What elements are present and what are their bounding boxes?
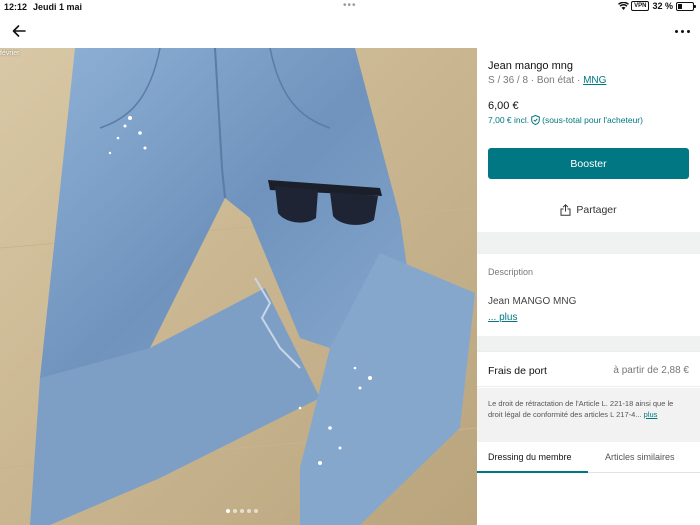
battery-percent: 32 % (652, 1, 673, 11)
legal-more-link[interactable]: plus (644, 410, 658, 419)
battery-fill (678, 3, 682, 9)
legal-notice: Le droit de rétractation de l'Article L.… (477, 388, 700, 442)
description-text: Jean MANGO MNG (488, 296, 577, 307)
item-photo[interactable]: février (0, 48, 477, 525)
photo-date-label: février (0, 50, 20, 57)
more-options-icon[interactable] (672, 24, 692, 38)
share-button[interactable]: Partager (488, 198, 689, 222)
member-tabs: Dressing du membre Articles similaires (477, 443, 700, 473)
tab-similar-items[interactable]: Articles similaires (605, 452, 675, 462)
pager-dot[interactable] (254, 509, 258, 513)
section-divider (477, 336, 700, 351)
vpn-badge: VPN (631, 1, 650, 11)
status-bar: 12:12 Jeudi 1 mai ••• VPN 32 % (0, 0, 700, 14)
pager-dot[interactable] (233, 509, 237, 513)
shipping-value: à partir de 2,88 € (613, 365, 689, 376)
share-label: Partager (576, 204, 617, 216)
jeans-photo-illustration (0, 48, 477, 525)
battery-icon (676, 1, 696, 11)
buyer-price-amount: 7,00 € incl. (488, 115, 530, 125)
active-tab-indicator (477, 471, 588, 473)
share-icon (560, 204, 571, 216)
section-divider (477, 232, 700, 254)
description-more-link[interactable]: ... plus (488, 312, 517, 323)
top-navigation (0, 14, 700, 48)
pager-dot[interactable] (247, 509, 251, 513)
back-arrow-icon[interactable] (10, 22, 28, 40)
shield-icon (531, 115, 540, 125)
brand-link[interactable]: MNG (583, 75, 606, 86)
multitask-dots-icon[interactable]: ••• (343, 0, 357, 11)
wifi-icon (618, 2, 630, 10)
item-price: 6,00 € (488, 100, 519, 112)
status-date: Jeudi 1 mai (33, 2, 83, 12)
description-heading: Description (488, 267, 534, 277)
item-attributes-text: S / 36 / 8 · Bon état · (488, 75, 584, 86)
status-time: 12:12 (4, 2, 28, 12)
shipping-label: Frais de port (488, 365, 547, 377)
booster-button[interactable]: Booster (488, 148, 689, 179)
buyer-price-note: (sous-total pour l'acheteur) (542, 115, 643, 125)
photo-pager[interactable] (226, 509, 258, 513)
tab-member-wardrobe[interactable]: Dressing du membre (488, 452, 572, 462)
buyer-price[interactable]: 7,00 € incl. (sous-total pour l'acheteur… (488, 115, 643, 125)
shipping-row[interactable]: Frais de port à partir de 2,88 € (477, 351, 700, 387)
pager-dot[interactable] (226, 509, 230, 513)
item-title: Jean mango mng (488, 60, 573, 72)
status-indicators: VPN 32 % (618, 1, 696, 11)
item-details-panel: Jean mango mng S / 36 / 8 · Bon état · M… (477, 48, 700, 525)
item-attributes: S / 36 / 8 · Bon état · MNG (488, 75, 606, 86)
pager-dot[interactable] (240, 509, 244, 513)
